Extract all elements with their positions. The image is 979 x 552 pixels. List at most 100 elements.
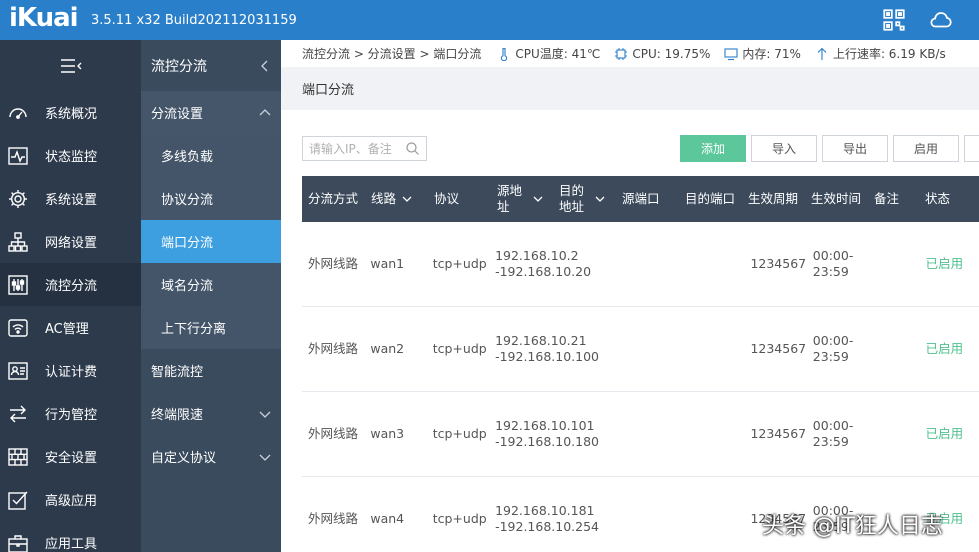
- chevron-up-icon: [259, 108, 271, 115]
- cloud-icon[interactable]: [928, 7, 954, 33]
- sidebar-item[interactable]: 认证计费: [0, 349, 141, 392]
- cell-mode: 外网线路: [302, 426, 364, 442]
- cell-protocol-text: tcp+udp: [432, 256, 487, 271]
- menu-fold-icon: [60, 58, 81, 73]
- sidebar-item[interactable]: 系统设置: [0, 177, 141, 220]
- sidebar-item-label: AC管理: [45, 322, 89, 337]
- chevron-down-icon: [259, 411, 271, 418]
- cell-line-text: wan3: [370, 426, 405, 441]
- column-header-label: 目的地址: [559, 183, 585, 214]
- cell-source-address-text: 192.168.10.181: [495, 503, 595, 518]
- sub-sidebar-header[interactable]: 流控分流: [141, 40, 281, 91]
- breadcrumb[interactable]: 流控分流 > 分流设置 > 端口分流: [302, 45, 481, 62]
- id-card-icon: [7, 360, 29, 382]
- cell-status[interactable]: 已启用: [920, 256, 979, 272]
- table-body: 外网线路 wan1 tcp+udp 192.168.10.2 -192.168.10.2…: [302, 222, 979, 552]
- sub-group[interactable]: 自定义协议: [141, 435, 281, 478]
- cell-line: wan1: [364, 256, 426, 272]
- sidebar-item-label: 系统概况: [45, 107, 98, 122]
- sidebar-item-label: 高级应用: [45, 494, 98, 509]
- sub-menu-item[interactable]: 端口分流: [141, 220, 281, 263]
- thermometer-icon: [501, 47, 508, 61]
- arrow-up-icon: [817, 47, 827, 60]
- sub-group[interactable]: 智能流控: [141, 349, 281, 392]
- sub-menu-item[interactable]: 上下行分离: [141, 306, 281, 349]
- qrcode-icon[interactable]: [881, 7, 907, 33]
- cpu-temp-value: CPU温度: 41℃: [515, 47, 601, 61]
- cell-mode-text: 外网线路: [308, 426, 359, 441]
- search-input[interactable]: [309, 141, 404, 156]
- sub-group-label: 分流设置: [151, 107, 204, 122]
- caret-down-icon[interactable]: [402, 194, 412, 204]
- sidebar-item[interactable]: 应用工具: [0, 521, 141, 552]
- disable-button-partial[interactable]: [964, 135, 979, 162]
- sub-menu-item[interactable]: 域名分流: [141, 263, 281, 306]
- caret-down-icon[interactable]: [595, 194, 605, 204]
- column-header[interactable]: 目的地址: [553, 183, 616, 215]
- cell-week: 1234567: [744, 341, 806, 357]
- sliders-icon: [7, 274, 29, 296]
- column-header: 分流方式: [302, 191, 365, 207]
- upload-stat: 上行速率: 6.19 KB/s: [815, 45, 946, 62]
- cell-source-address: 192.168.10.21 -192.168.10.100: [489, 333, 614, 365]
- enable-button[interactable]: 启用: [893, 135, 959, 162]
- cell-status[interactable]: 已启用: [920, 341, 979, 357]
- import-button[interactable]: 导入: [751, 135, 817, 162]
- cell-mode: 外网线路: [302, 511, 364, 527]
- cell-protocol: tcp+udp: [427, 511, 489, 527]
- table-row[interactable]: 外网线路 wan3 tcp+udp 192.168.10.101 -192.168.10…: [302, 392, 979, 477]
- cell-source-address-text: 192.168.10.21: [495, 333, 587, 348]
- export-button[interactable]: 导出: [822, 135, 888, 162]
- cell-mode-text: 外网线路: [308, 341, 359, 356]
- sidebar-item[interactable]: 流控分流: [0, 263, 141, 306]
- cell-source-address: 192.168.10.181 -192.168.10.254: [489, 503, 614, 535]
- port-split-table: 分流方式 线路 协议 源地址 目的地址 源端口 目的端口 生效周期 生效时间 备注 状态 外网线路 w…: [302, 176, 979, 552]
- cell-mode-text: 外网线路: [308, 256, 359, 271]
- sidebar-item-label: 应用工具: [45, 537, 98, 552]
- cell-status[interactable]: 已启用: [920, 426, 979, 442]
- column-header: 源端口: [616, 191, 679, 207]
- sub-group-split-settings[interactable]: 分流设置: [141, 91, 281, 134]
- memory-value: 内存: 71%: [742, 47, 801, 61]
- sidebar-item[interactable]: 状态监控: [0, 134, 141, 177]
- wifi-icon: [7, 317, 29, 339]
- column-header[interactable]: 源地址: [491, 183, 553, 215]
- sub-group[interactable]: 终端限速: [141, 392, 281, 435]
- sidebar-item[interactable]: 网络设置: [0, 220, 141, 263]
- sub-menu-item[interactable]: 协议分流: [141, 177, 281, 220]
- column-header[interactable]: 线路: [365, 191, 428, 207]
- column-header-label: 状态: [925, 191, 951, 206]
- cell-line: wan4: [364, 511, 426, 527]
- menu-collapse-button[interactable]: [0, 40, 141, 91]
- sidebar-item[interactable]: 高级应用: [0, 478, 141, 521]
- sub-group-label: 自定义协议: [151, 451, 217, 466]
- table-row[interactable]: 外网线路 wan1 tcp+udp 192.168.10.2 -192.168.10.2…: [302, 222, 979, 307]
- search-icon[interactable]: [405, 141, 420, 156]
- cpu-stat: CPU: 19.75%: [614, 47, 710, 61]
- sidebar-item[interactable]: AC管理: [0, 306, 141, 349]
- cell-mode: 外网线路: [302, 256, 364, 272]
- table-row[interactable]: 外网线路 wan2 tcp+udp 192.168.10.21 -192.168.10.…: [302, 307, 979, 392]
- sidebar-item-label: 系统设置: [45, 193, 98, 208]
- page-title: 端口分流: [302, 83, 355, 98]
- cell-source-address-text: 192.168.10.101: [495, 418, 595, 433]
- swap-icon: [7, 403, 29, 425]
- cell-source-address-text: 192.168.10.2: [495, 248, 579, 263]
- column-header-label: 生效时间: [811, 191, 862, 206]
- cpu-temp-stat: CPU温度: 41℃: [497, 45, 600, 62]
- cell-time: 00:00- 23:59: [807, 418, 869, 450]
- gear-icon: [7, 188, 29, 210]
- sidebar-item[interactable]: 行为管控: [0, 392, 141, 435]
- sub-group-label: 终端限速: [151, 408, 204, 423]
- cell-mode-text: 外网线路: [308, 511, 359, 526]
- search-box[interactable]: [302, 136, 427, 161]
- cell-line-text: wan2: [370, 341, 405, 356]
- column-header-label: 备注: [874, 191, 900, 206]
- chevron-left-icon[interactable]: [259, 60, 271, 72]
- sub-menu-item[interactable]: 多线负载: [141, 134, 281, 177]
- caret-down-icon[interactable]: [533, 194, 543, 204]
- sub-group-label: 智能流控: [151, 365, 204, 380]
- add-button[interactable]: 添加: [680, 135, 746, 162]
- sidebar-item[interactable]: 系统概况: [0, 91, 141, 134]
- sidebar-item[interactable]: 安全设置: [0, 435, 141, 478]
